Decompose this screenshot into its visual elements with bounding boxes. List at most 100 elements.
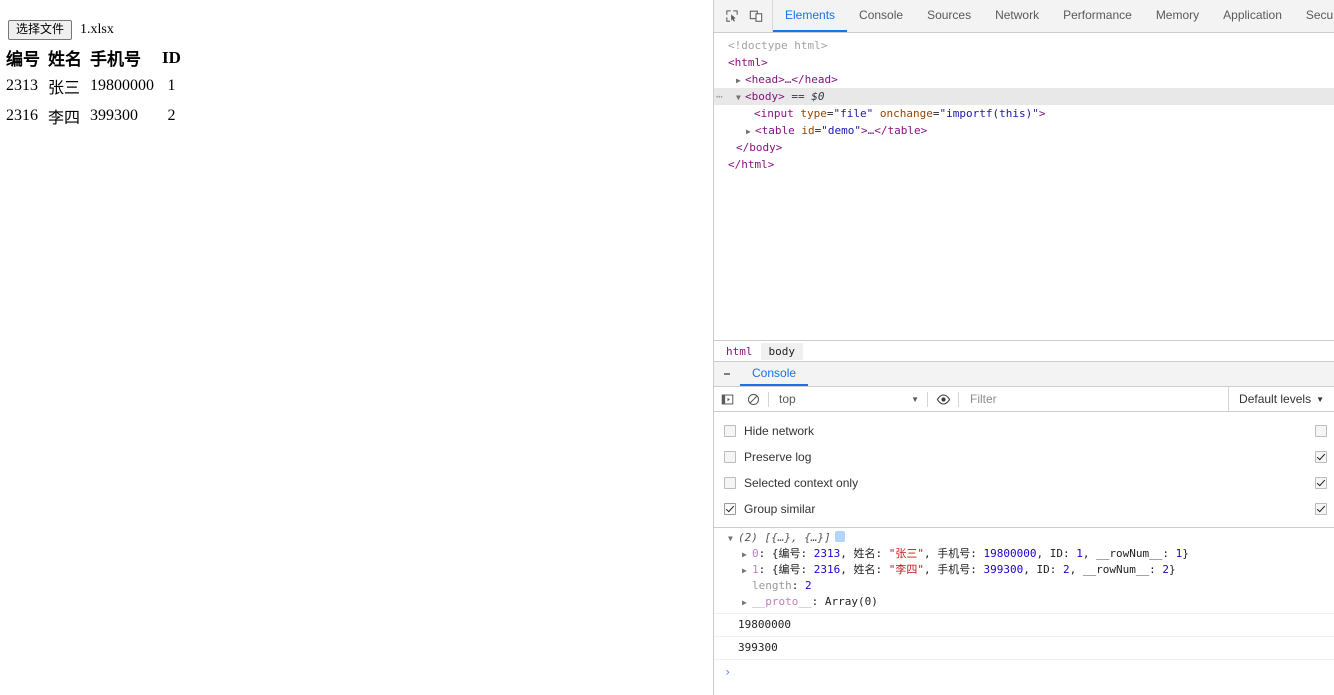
console-message-list: ▼ (2) [{…}, {…}] ▶ 0: {编号: 2313, 姓名: "张三",… [714,528,1334,686]
dom-line-doctype: <!doctype html> [714,37,1334,54]
length-value: 2 [805,579,812,592]
divider [958,391,959,407]
entry-0-shoujihao: 19800000 [983,547,1037,560]
dom-line-input[interactable]: <input type="file" onchange="importf(thi… [714,105,1334,122]
choose-file-button[interactable]: 选择文件 [8,20,73,40]
cell-id: 1 [167,77,176,94]
entry-index-1: 1 [752,563,759,576]
expand-triangle-icon[interactable]: ▶ [736,72,745,89]
entry-0-xingming: "张三" [888,547,924,560]
table-attr-id-value: "demo" [821,124,861,137]
file-input-row: 选择文件 1.xlsx [8,20,114,40]
expand-triangle-icon[interactable]: ▶ [746,123,755,140]
console-input-prompt[interactable]: › [714,660,1334,686]
input-attr-type-name: type [800,107,827,120]
dom-line-html-close: </html> [714,156,1334,173]
setting-group-similar[interactable]: Group similar [714,496,1334,522]
drawer-tab-console[interactable]: Console [740,362,809,386]
console-log-line: 399300 [714,637,1334,660]
devtools-tool-icons [714,0,773,32]
column-header-shoujihao: 手机号 [90,50,141,69]
expand-triangle-icon[interactable]: ▶ [742,547,752,563]
dom-line-table[interactable]: ▶ <table id="demo">…</table> [714,122,1334,139]
array-entry-1[interactable]: ▶ 1: {编号: 2316, 姓名: "李四", 手机号: 399300, ID… [728,562,1334,578]
array-header-line[interactable]: ▼ (2) [{…}, {…}] [728,530,1334,546]
array-proto-line[interactable]: ▶ __proto__: Array(0) [728,594,1334,610]
entry-1-id: 2 [1063,563,1070,576]
table-row: 2313 张三 19800000 1 [4,71,187,101]
setting-hide-network[interactable]: Hide network [714,418,1334,444]
tab-sources[interactable]: Sources [915,0,983,32]
dom-line-body-selected[interactable]: ⋯ ▼ <body> == $0 [714,88,1334,105]
console-sidebar-toggle-icon[interactable] [714,387,740,411]
console-filter-input[interactable] [961,391,1229,407]
chevron-down-icon: ▼ [911,394,919,404]
input-attr-type-value: "file" [833,107,874,120]
tab-elements[interactable]: Elements [773,0,848,32]
tab-memory[interactable]: Memory [1144,0,1211,32]
chevron-down-icon: ▼ [1316,394,1324,404]
dom-line-body-close: </body> [714,139,1334,156]
prompt-chevron-icon: › [724,665,732,679]
collapse-triangle-icon[interactable]: ▼ [728,531,738,547]
html-open-tag: <html> [728,56,768,69]
log-levels-select[interactable]: Default levels ▼ [1228,387,1334,411]
tab-security[interactable]: Secu [1294,0,1334,32]
inspect-element-icon[interactable] [720,4,744,28]
setting-preserve-log[interactable]: Preserve log [714,444,1334,470]
breadcrumb: html body [714,340,1334,361]
cell-shoujihao: 399300 [90,107,138,124]
breadcrumb-item-html[interactable]: html [718,343,761,360]
execution-context-select[interactable]: top ▼ [771,392,925,406]
divider [927,391,928,407]
right-checkbox-3[interactable] [1315,503,1327,515]
tab-console[interactable]: Console [847,0,915,32]
right-column-row-0 [1315,418,1327,444]
more-options-dots-icon[interactable]: ⋯ [716,88,723,105]
console-message-array[interactable]: ▼ (2) [{…}, {…}] ▶ 0: {编号: 2313, 姓名: "张三",… [714,528,1334,614]
doctype-text: <!doctype html> [728,39,828,52]
more-tools-kebab-icon[interactable] [714,362,740,386]
entry-1-rownum: 2 [1162,563,1169,576]
tab-network[interactable]: Network [983,0,1051,32]
array-count: (2) [738,531,758,544]
entry-0-id: 1 [1076,547,1083,560]
selected-file-name: 1.xlsx [80,22,114,37]
collapse-triangle-icon[interactable]: ▼ [736,89,745,106]
live-expression-eye-icon[interactable] [930,387,956,411]
preserve-log-checkbox[interactable] [724,451,736,463]
dom-line-html-open[interactable]: <html> [714,54,1334,71]
setting-selected-context-only[interactable]: Selected context only [714,470,1334,496]
tab-performance[interactable]: Performance [1051,0,1144,32]
execution-context-value: top [779,392,796,406]
expand-triangle-icon[interactable]: ▶ [742,595,752,611]
hide-network-checkbox[interactable] [724,425,736,437]
group-similar-label: Group similar [744,502,816,516]
right-column-row-3 [1315,496,1327,522]
breadcrumb-item-body[interactable]: body [760,342,803,360]
body-close-tag: </body> [736,141,783,154]
column-header-xingming: 姓名 [48,50,82,69]
right-checkbox-2[interactable] [1315,477,1327,489]
clear-console-icon[interactable] [740,387,766,411]
group-similar-checkbox[interactable] [724,503,736,515]
entry-1-xingming: "李四" [888,563,924,576]
input-attr-onchange-name: onchange [879,107,933,120]
elements-dom-tree[interactable]: <!doctype html> <html> ▶ <head>…</head> ⋯… [714,33,1334,340]
right-checkbox-1[interactable] [1315,451,1327,463]
html-close-tag: </html> [728,158,775,171]
right-checkbox-0[interactable] [1315,425,1327,437]
proto-key: __proto__ [752,595,812,608]
tab-application[interactable]: Application [1211,0,1294,32]
drawer-tabbar: Console [714,361,1334,387]
array-length-line: length: 2 [752,579,812,592]
info-badge-icon[interactable] [834,531,845,542]
device-toolbar-icon[interactable] [744,4,768,28]
console-filter-bar: top ▼ Default levels ▼ [714,387,1334,412]
dom-line-head[interactable]: ▶ <head>…</head> [714,71,1334,88]
table-header-row: 编号 姓名 手机号 ID [4,44,187,71]
table-attr-id-name: id [801,124,815,137]
array-entry-0[interactable]: ▶ 0: {编号: 2313, 姓名: "张三", 手机号: 19800000, … [728,546,1334,562]
expand-triangle-icon[interactable]: ▶ [742,563,752,579]
selected-context-only-checkbox[interactable] [724,477,736,489]
